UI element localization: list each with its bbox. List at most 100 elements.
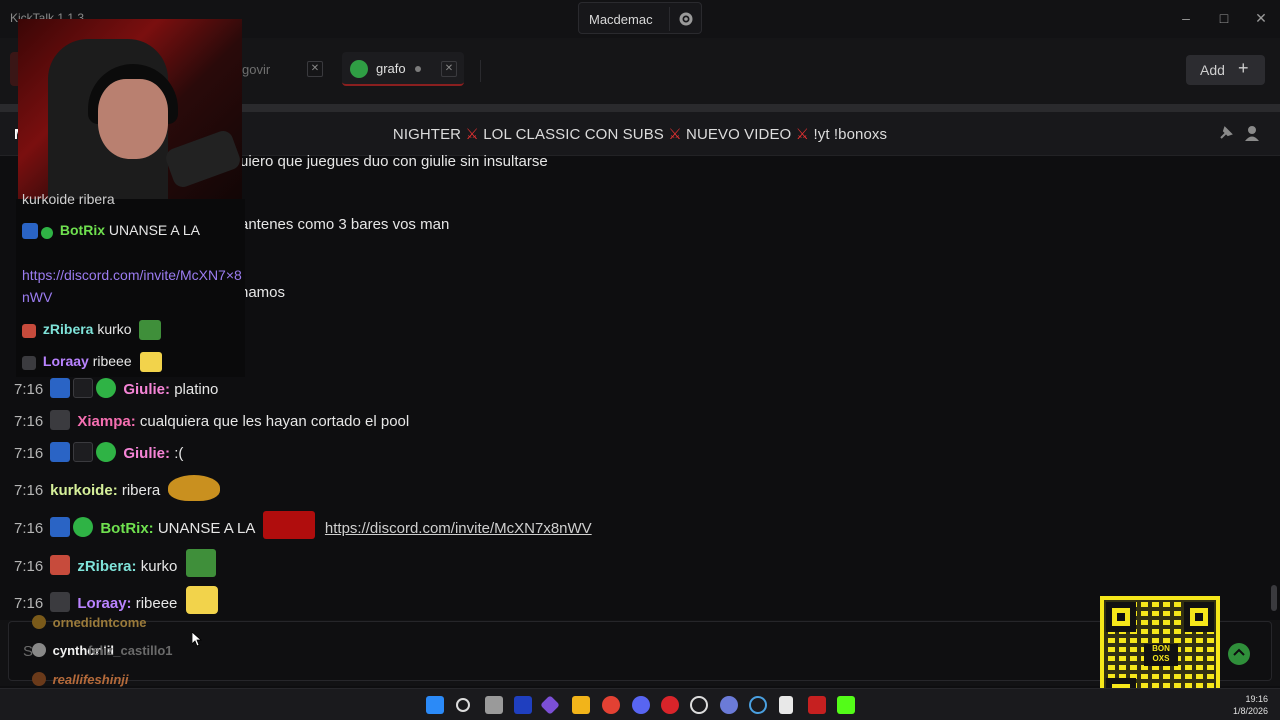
badge-icon	[32, 643, 46, 657]
chat-message: 7:16 BotRix: UNANSE A LA https://discord…	[14, 511, 592, 539]
timestamp: 7:16	[14, 520, 44, 537]
maximize-icon[interactable]: □	[1214, 8, 1234, 28]
verified-badge-icon	[96, 442, 117, 462]
overlay-username: zRibera	[42, 321, 94, 337]
timestamp: 7:16	[14, 445, 44, 462]
webcam-overlay	[18, 19, 242, 199]
chat-message: 7:16 kurkoide: ribera	[14, 475, 221, 501]
moderator-badge-icon	[50, 442, 71, 462]
subscriber-badge-icon	[50, 592, 71, 612]
chat-username[interactable]: zRibera:	[77, 558, 136, 575]
message-link[interactable]: https://discord.com/invite/McXN7x8nWV	[325, 520, 592, 537]
partial-message: uiero que juegues duo con giulie sin ins…	[240, 153, 548, 170]
emote-picker-icon[interactable]	[1226, 641, 1252, 667]
tab-close-icon[interactable]: ✕	[441, 61, 457, 77]
app-icon[interactable]	[749, 696, 767, 714]
badge-icon	[32, 615, 46, 629]
microphone-icon	[163, 128, 242, 190]
moderator-badge-icon	[50, 378, 71, 398]
app-icon[interactable]	[540, 695, 560, 715]
qr-brand: BON OXS	[1144, 644, 1178, 666]
verified-badge-icon	[96, 378, 117, 398]
verified-badge-icon	[41, 227, 53, 239]
chat-username[interactable]: Xiampa:	[77, 413, 135, 430]
chat-message: 7:16 zRibera: kurko	[14, 549, 216, 577]
title-part: !yt !bonoxs	[813, 126, 888, 143]
emote-icon	[185, 586, 218, 614]
badge-icon	[32, 672, 46, 686]
add-button-label: Add	[1200, 62, 1225, 78]
stream-chat-overlay: kurkoide ribera BotRix UNANSE A LA https…	[16, 191, 245, 377]
browser-icon[interactable]	[720, 696, 738, 714]
overlay-link: https://discord.com/invite/McXN7×8nWV	[22, 267, 242, 305]
gear-icon[interactable]	[676, 9, 696, 29]
username: Macdemac	[589, 12, 653, 27]
user-icon[interactable]	[1243, 124, 1261, 142]
chat-input[interactable]: S	[8, 621, 1272, 681]
clock-time: 19:16	[1245, 694, 1268, 704]
overlay-username: ornedidntcome	[32, 615, 147, 630]
chrome-icon[interactable]	[602, 696, 620, 714]
overlay-message: zRibera kurko	[22, 320, 162, 340]
chat-username[interactable]: Loraay:	[77, 595, 131, 612]
message-text: kurko	[140, 558, 178, 575]
chat-username[interactable]: Giulie:	[123, 445, 170, 462]
mouse-cursor-icon	[192, 632, 202, 647]
clock-date: 1/8/2026	[1232, 706, 1268, 716]
emote-icon	[185, 549, 216, 577]
discord-icon[interactable]	[632, 696, 650, 714]
chat-message: 7:16 Xiampa: cualquiera que les hayan co…	[14, 410, 409, 430]
pin-icon[interactable]	[1217, 124, 1235, 142]
scrollbar[interactable]	[1271, 585, 1277, 611]
chat-username[interactable]: kurkoide:	[50, 482, 118, 499]
timestamp: 7:16	[14, 413, 44, 430]
partial-message: namos	[240, 284, 286, 301]
status-dot	[415, 66, 421, 72]
chat-username[interactable]: Giulie:	[123, 381, 170, 398]
timestamp: 7:16	[14, 381, 44, 398]
title-part: NUEVO VIDEO	[686, 126, 792, 143]
chat-message: 7:16 Loraay: ribeee	[14, 586, 218, 614]
message-text: ribera	[121, 482, 161, 499]
moderator-badge-icon	[22, 223, 38, 239]
app-icon[interactable]	[690, 696, 708, 714]
subscriber-badge-icon	[22, 356, 36, 370]
kick-icon[interactable]	[837, 696, 855, 714]
qr-finder	[1184, 602, 1214, 632]
overlay-message: kurkoide ribera	[22, 191, 115, 207]
title-part: NIGHTER	[392, 126, 462, 143]
kicktalk-icon[interactable]	[808, 696, 826, 714]
files-icon[interactable]	[485, 696, 503, 714]
folder-icon[interactable]	[572, 696, 590, 714]
overlay-username: reallifeshinji	[32, 672, 129, 687]
tab-grafo[interactable]: grafo ✕	[342, 52, 464, 86]
webcam-face	[98, 79, 168, 159]
minimize-icon[interactable]: –	[1176, 8, 1196, 28]
tab-label: grafo	[376, 61, 406, 76]
message-text: UNANSE A LA	[157, 520, 255, 537]
subscriber-badge-icon	[50, 555, 71, 575]
close-window-icon[interactable]: ✕	[1251, 8, 1271, 28]
vpn-icon[interactable]	[514, 696, 532, 714]
title-part: LOL CLASSIC CON SUBS	[483, 126, 664, 143]
user-menu[interactable]: Macdemac	[578, 2, 702, 34]
tab-close-icon[interactable]: ✕	[307, 61, 323, 77]
app-icon[interactable]	[661, 696, 679, 714]
chat-username[interactable]: BotRix:	[100, 520, 153, 537]
clock[interactable]: 19:16 1/8/2026	[1232, 693, 1268, 717]
start-icon[interactable]	[426, 696, 444, 714]
subscriber-badge-icon	[50, 410, 71, 430]
document-icon[interactable]	[779, 696, 793, 714]
chat-message: 7:16 Giulie: :(	[14, 442, 183, 462]
swords-icon: ⚔	[795, 126, 810, 143]
partial-message: antenes como 3 bares vos man	[240, 216, 450, 233]
add-channel-button[interactable]: Add +	[1186, 55, 1265, 85]
divider	[480, 60, 481, 82]
chat-input-area: S	[0, 620, 1280, 686]
overlay-text: ribeee	[92, 353, 132, 369]
stacked-name-text: ornedidntcome	[52, 615, 147, 630]
emote-icon	[139, 352, 162, 372]
subscriber-badge-icon	[22, 324, 36, 338]
emote-icon	[139, 320, 162, 340]
search-icon[interactable]	[456, 698, 470, 712]
